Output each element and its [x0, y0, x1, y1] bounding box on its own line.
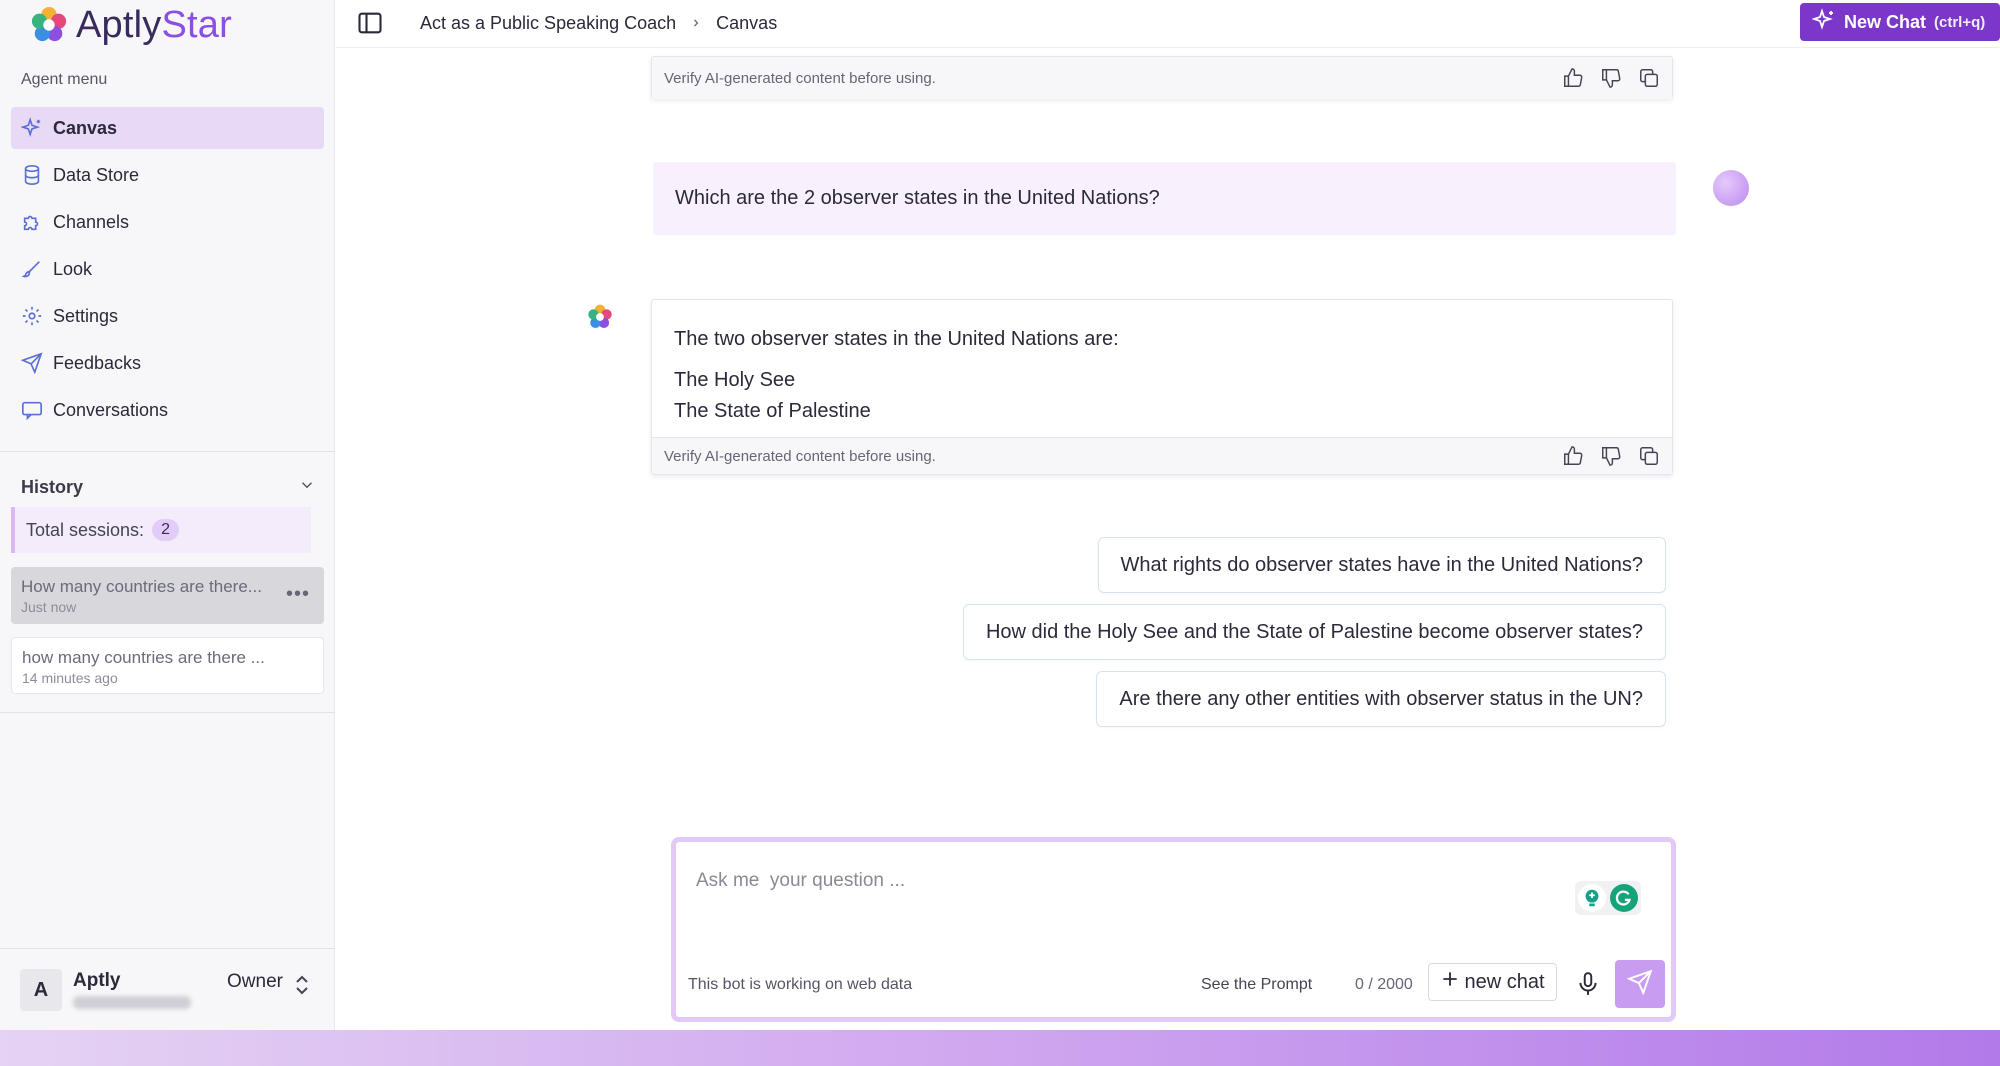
sidebar-item-channels[interactable]: Channels	[11, 201, 324, 243]
see-prompt-link[interactable]: See the Prompt	[1201, 976, 1312, 994]
breadcrumb-current: Canvas	[716, 13, 778, 33]
sidebar-item-label: Canvas	[53, 117, 118, 138]
user-email-redacted	[73, 996, 191, 1009]
sidebar-item-label: Data Store	[53, 164, 140, 185]
new-chat-label: New Chat	[1844, 11, 1927, 32]
breadcrumb: Act as a Public Speaking Coach Canvas	[420, 13, 777, 34]
user-name: Aptly	[73, 970, 121, 991]
sidebar-item-label: Conversations	[53, 399, 169, 420]
bottom-gradient-bar	[0, 1030, 2000, 1066]
sidebar-item-label: Feedbacks	[53, 352, 142, 373]
ai-response-body: The two observer states in the United Na…	[652, 300, 1672, 437]
microphone-icon[interactable]	[1575, 970, 1601, 1003]
grammarly-icon[interactable]	[1610, 884, 1638, 912]
ai-response-card-previous: Verify AI-generated content before using…	[651, 56, 1673, 99]
sessions-label: Total sessions:	[26, 519, 145, 540]
sidebar-divider	[0, 712, 335, 713]
sidebar-item-label: Settings	[53, 305, 119, 326]
user-avatar-icon	[1713, 170, 1749, 206]
suggested-question[interactable]: How did the Holy See and the State of Pa…	[962, 604, 1666, 660]
chat-icon	[21, 399, 43, 421]
sidebar-item-canvas[interactable]: Canvas	[11, 107, 324, 149]
chevron-updown-icon	[294, 974, 310, 1001]
ai-response-card: The two observer states in the United Na…	[651, 299, 1673, 475]
copy-icon[interactable]	[1638, 67, 1660, 89]
message-composer: This bot is working on web data See the …	[671, 837, 1676, 1022]
breadcrumb-agent[interactable]: Act as a Public Speaking Coach	[420, 13, 676, 34]
history-item[interactable]: How many countries are there... Just now…	[11, 567, 324, 624]
copy-icon[interactable]	[1638, 445, 1660, 467]
response-actions	[1562, 445, 1660, 467]
history-toggle[interactable]: History	[21, 476, 316, 499]
ai-response-footer: Verify AI-generated content before using…	[652, 437, 1672, 474]
message-input[interactable]	[696, 870, 1296, 892]
history-item[interactable]: how many countries are there ... 14 minu…	[11, 637, 324, 694]
sidebar-item-conversations[interactable]: Conversations	[11, 389, 324, 431]
thumbs-down-icon[interactable]	[1600, 445, 1622, 467]
history-item-title: How many countries are there...	[21, 577, 262, 596]
gear-icon	[21, 305, 43, 327]
agent-menu: Canvas Data Store Channels Look Settings	[11, 107, 324, 436]
user-message: Which are the 2 observer states in the U…	[653, 162, 1676, 235]
user-menu[interactable]: A Aptly Owner	[20, 966, 320, 1016]
bot-avatar-icon	[588, 304, 612, 329]
more-options-icon[interactable]: •••	[286, 583, 310, 606]
brand-name: AptlyStar	[76, 3, 232, 46]
sidebar-divider	[0, 451, 335, 452]
top-bar: Act as a Public Speaking Coach Canvas Ne…	[336, 0, 2000, 48]
suggested-question[interactable]: What rights do observer states have in t…	[1097, 537, 1666, 593]
extension-icons	[1575, 881, 1641, 915]
database-icon	[21, 164, 43, 186]
new-chat-button[interactable]: new chat	[1428, 963, 1557, 1001]
send-button[interactable]	[1615, 960, 1665, 1008]
history-item-title: how many countries are there ...	[22, 648, 265, 667]
sidebar-toggle-icon[interactable]	[356, 9, 384, 42]
new-chat-shortcut: (ctrl+q)	[1934, 13, 1986, 31]
chevron-right-icon	[690, 13, 702, 34]
sidebar-item-label: Look	[53, 258, 93, 279]
aptlystar-logo-icon	[31, 6, 67, 42]
sidebar-item-label: Channels	[53, 211, 130, 232]
send-icon	[21, 352, 43, 374]
sidebar-item-settings[interactable]: Settings	[11, 295, 324, 337]
total-sessions: Total sessions: 2	[11, 507, 311, 553]
thumbs-down-icon[interactable]	[1600, 67, 1622, 89]
sidebar-item-data-store[interactable]: Data Store	[11, 154, 324, 196]
sparkle-icon	[21, 117, 43, 139]
thumbs-up-icon[interactable]	[1562, 445, 1584, 467]
lightbulb-icon[interactable]	[1578, 884, 1606, 912]
plus-icon	[1440, 969, 1460, 995]
suggested-question[interactable]: Are there any other entities with observ…	[1096, 671, 1666, 727]
history-item-time: 14 minutes ago	[22, 670, 118, 686]
web-data-note: This bot is working on web data	[688, 976, 913, 993]
history-title: History	[21, 477, 84, 497]
send-icon	[1626, 969, 1653, 1000]
answer-item: The Holy See	[674, 369, 796, 391]
agent-menu-label: Agent menu	[21, 71, 108, 88]
chevron-down-icon	[298, 476, 316, 499]
new-chat-label: new chat	[1464, 970, 1545, 993]
new-chat-header-button[interactable]: New Chat (ctrl+q)	[1800, 3, 2000, 41]
brand-logo[interactable]: AptlyStar	[30, 2, 232, 48]
verify-note: Verify AI-generated content before using…	[664, 447, 936, 465]
history-item-time: Just now	[21, 599, 77, 615]
character-counter: 0 / 2000	[1355, 976, 1413, 993]
avatar: A	[20, 969, 62, 1011]
sidebar-item-feedbacks[interactable]: Feedbacks	[11, 342, 324, 384]
sparkle-icon	[1811, 7, 1836, 37]
thumbs-up-icon[interactable]	[1562, 67, 1584, 89]
answer-item: The State of Palestine	[674, 400, 871, 422]
user-role: Owner	[227, 971, 283, 992]
ai-response-footer: Verify AI-generated content before using…	[652, 57, 1672, 99]
response-actions	[1562, 67, 1660, 89]
sidebar-divider	[0, 948, 335, 949]
verify-note: Verify AI-generated content before using…	[664, 69, 936, 87]
sessions-count-badge: 2	[152, 519, 179, 541]
sidebar: AptlyStar Agent menu Canvas Data Store C…	[0, 0, 335, 1030]
brush-icon	[21, 258, 43, 280]
answer-lead: The two observer states in the United Na…	[674, 328, 1119, 350]
sidebar-item-look[interactable]: Look	[11, 248, 324, 290]
puzzle-icon	[21, 211, 43, 233]
